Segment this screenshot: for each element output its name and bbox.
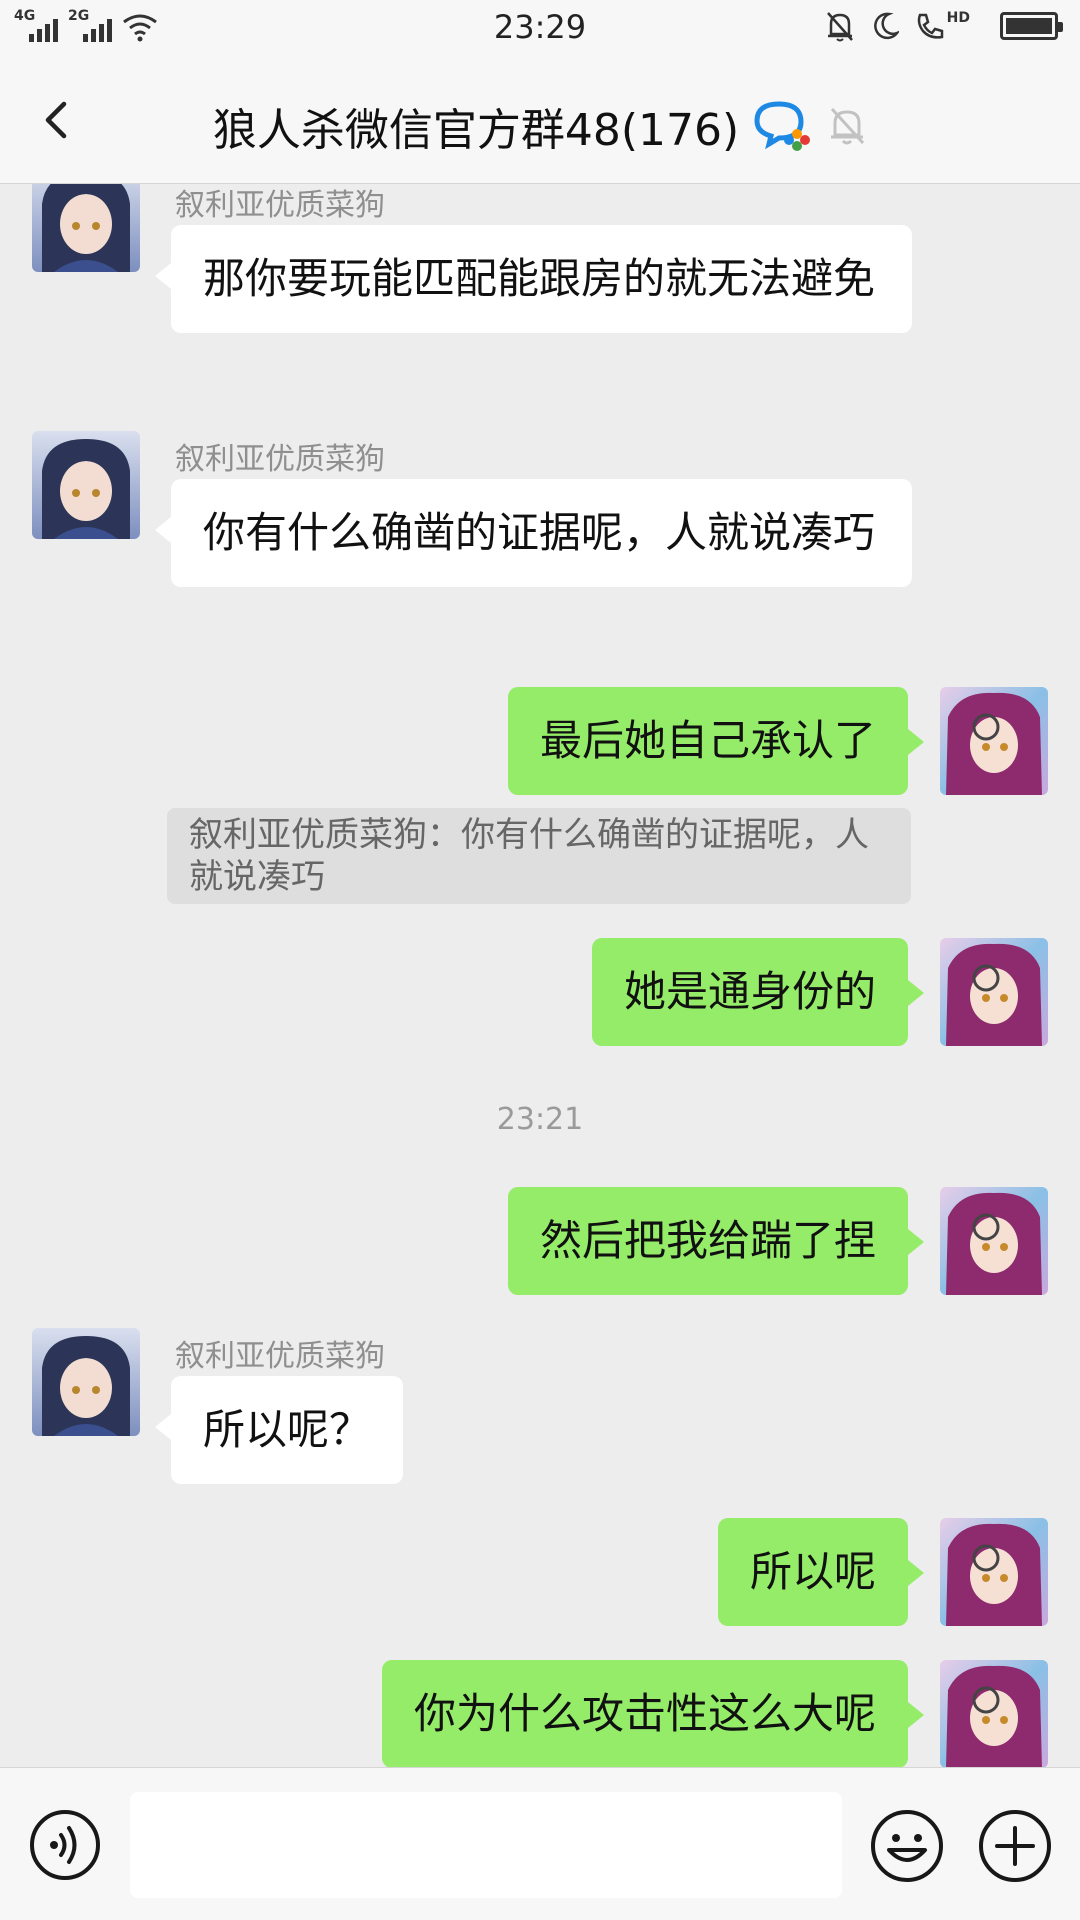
message-bubble-outgoing[interactable]: 然后把我给踹了捏 [507, 1187, 925, 1295]
sender-name: 叙利亚优质菜狗 [175, 188, 385, 223]
avatar-self[interactable] [940, 1660, 1048, 1767]
status-icons: HD [825, 10, 1063, 42]
message-bubble-outgoing[interactable]: 所以呢 [717, 1518, 925, 1626]
voice-icon[interactable] [28, 1808, 102, 1882]
avatar[interactable] [32, 184, 140, 272]
plus-icon[interactable] [977, 1808, 1053, 1884]
quoted-message[interactable]: 叙利亚优质菜狗：你有什么确凿的证据呢，人就说凑巧 [167, 808, 911, 904]
mute-bell-icon [831, 107, 865, 145]
avatar[interactable] [32, 431, 140, 539]
message-bubble[interactable]: 所以呢？ [154, 1376, 404, 1484]
page-title: 狼人杀微信官方群48(176) [212, 105, 740, 156]
message-bubble[interactable]: 你有什么确凿的证据呢，人就说凑巧 [155, 479, 912, 587]
input-bar [0, 1767, 1080, 1920]
message-bubble-outgoing[interactable]: 她是通身份的 [591, 938, 925, 1046]
title-group: 狼人杀微信官方群48(176) [0, 94, 1080, 158]
message-bubble-outgoing[interactable]: 最后她自己承认了 [507, 687, 925, 795]
avatar[interactable] [32, 1328, 140, 1436]
mute-bell-status-icon [826, 12, 853, 42]
sender-name: 叙利亚优质菜狗 [175, 1339, 385, 1374]
battery-icon [1000, 12, 1063, 40]
avatar-self[interactable] [940, 1518, 1048, 1626]
sender-name: 叙利亚优质菜狗 [175, 442, 385, 477]
emoji-icon[interactable] [869, 1808, 945, 1884]
message-bubble[interactable]: 那你要玩能匹配能跟房的就无法避免 [155, 225, 912, 333]
status-bar: 4G 2G 23:29 HD [0, 0, 1080, 56]
avatar-self[interactable] [940, 938, 1048, 1046]
avatar-self[interactable] [940, 1187, 1048, 1295]
message-input[interactable] [130, 1792, 842, 1898]
enterprise-chat-icon [754, 101, 811, 151]
message-bubble-outgoing[interactable]: 你为什么攻击性这么大呢 [381, 1660, 925, 1767]
title-bar: 狼人杀微信官方群48(176) [0, 56, 1080, 184]
avatar-self[interactable] [940, 687, 1048, 795]
message-timestamp: 23:21 [496, 1102, 584, 1137]
hd-label: HD [946, 10, 970, 26]
chat-area[interactable]: 叙利亚优质菜狗 那你要玩能匹配能跟房的就无法避免 叙利亚优质菜狗 你有什么确凿的… [0, 184, 1080, 1767]
phone-hd-icon [917, 13, 943, 39]
moon-icon [873, 12, 899, 40]
